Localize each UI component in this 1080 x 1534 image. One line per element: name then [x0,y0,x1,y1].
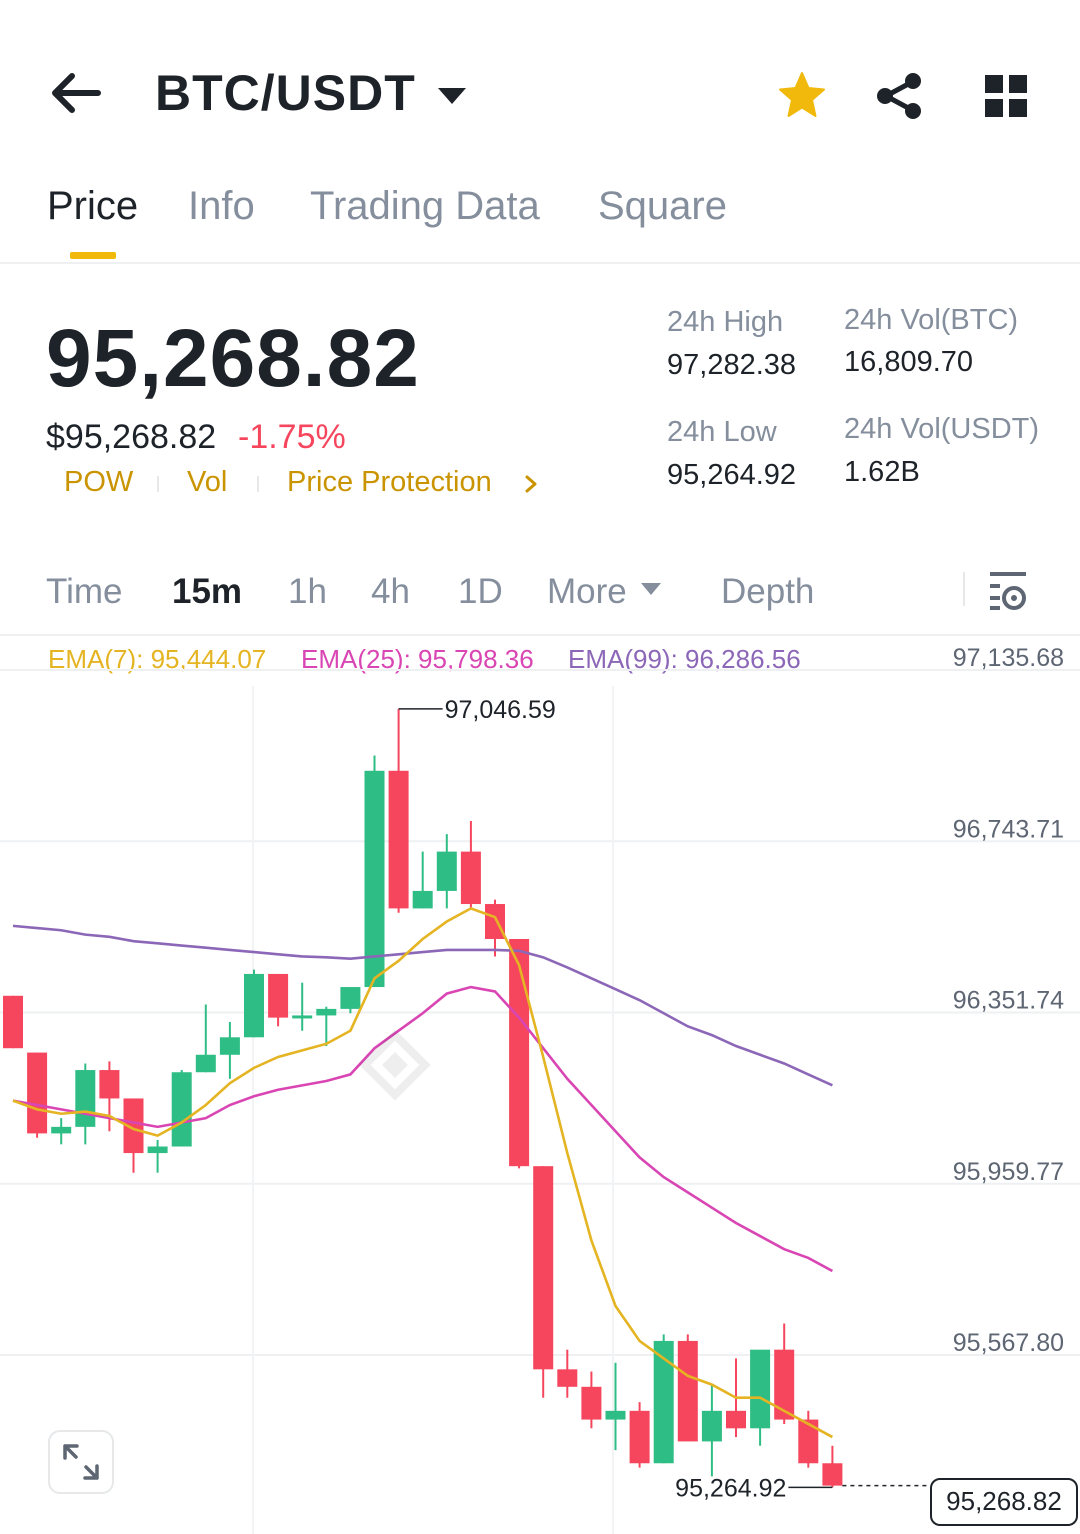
y-tick-label: 95,567.80 [953,1329,1064,1357]
candle-body [27,1052,48,1134]
tag-pow[interactable]: POW [64,466,133,499]
interval-1h[interactable]: 1h [288,572,327,612]
caret-down-icon[interactable] [436,84,468,108]
candle-body [629,1410,650,1464]
candle-body [268,973,289,1018]
y-tick-label: 96,351.74 [953,987,1064,1015]
tab-square[interactable]: Square [598,184,727,229]
vol-btc-label: 24h Vol(BTC) [844,304,1019,336]
grid-icon[interactable] [980,70,1032,122]
fiat-price: $95,268.82 [46,418,217,456]
interval-more[interactable]: More [547,572,627,612]
back-arrow-icon[interactable] [48,68,104,118]
interval-4h[interactable]: 4h [371,572,410,612]
last-price: 95,268.82 [46,313,420,404]
interval-15m[interactable]: 15m [172,572,242,612]
high-24h-value: 97,282.38 [667,349,797,381]
candle-body [316,1008,337,1016]
active-tab-indicator [70,252,116,259]
candle-body [750,1349,771,1429]
interval-1d[interactable]: 1D [458,572,503,612]
candle-body [822,1463,843,1486]
ema7-line [12,906,834,1439]
candle-body [388,770,409,909]
candle-body [244,973,264,1038]
candle-body [292,1015,313,1019]
tag-divider [257,476,259,492]
candle-body [605,1410,626,1420]
low-24h-label: 24h Low [667,416,777,448]
price-change-percent: -1.75% [238,418,346,456]
tab-price[interactable]: Price [47,184,138,229]
candle-body [147,1146,168,1154]
candle-body [99,1070,120,1099]
tag-divider [157,476,159,492]
candle-body [51,1126,72,1134]
candle-body [701,1410,722,1442]
main-tabs: Price Info Trading Data Square [0,178,1080,264]
star-icon[interactable] [776,70,828,122]
pair-title[interactable]: BTC/USDT [155,64,416,122]
tab-info[interactable]: Info [188,184,255,229]
candle-body [726,1410,746,1429]
candle-body [195,1054,216,1073]
last-price-marker: 95,268.82 [930,1478,1078,1526]
candle-body [340,987,361,1009]
chevron-right-icon[interactable] [522,474,540,494]
tag-price-protection[interactable]: Price Protection [287,466,492,499]
candle-body [412,890,433,909]
candle-body [798,1419,819,1464]
candle-body [533,1166,554,1370]
candle-body [557,1369,578,1387]
interval-depth[interactable]: Depth [721,572,814,612]
y-tick-label: 97,135.68 [953,644,1064,672]
high-24h-label: 24h High [667,306,784,338]
y-tick-label: 96,743.71 [953,815,1064,843]
candle-body [171,1072,192,1147]
candle-body [460,851,481,905]
low-marker-label: 95,264.92 [675,1474,786,1502]
fullscreen-button[interactable] [48,1430,114,1494]
y-tick-label: 95,959.77 [953,1158,1064,1186]
candle-body [3,995,23,1049]
candle-body [677,1340,698,1442]
top-bar: BTC/USDT [0,40,1080,150]
binance-watermark-icon [360,1030,431,1100]
candle-body [774,1349,795,1420]
candle-body [219,1037,240,1055]
low-24h-value: 95,264.92 [667,459,797,491]
interval-divider [963,572,965,606]
candle-body [436,851,457,891]
candle-body [581,1386,602,1420]
vol-usdt-value: 1.62B [844,456,920,488]
vol-usdt-label: 24h Vol(USDT) [844,413,1040,445]
chart-settings-icon[interactable] [986,568,1030,612]
share-icon[interactable] [874,70,926,122]
expand-icon [63,1444,99,1480]
candle-body [75,1070,96,1127]
high-marker-label: 97,046.59 [445,696,556,724]
tag-vol[interactable]: Vol [187,466,227,499]
interval-time[interactable]: Time [46,572,122,612]
vol-btc-value: 16,809.70 [844,346,974,378]
tab-trading-data[interactable]: Trading Data [310,184,540,229]
caret-down-icon[interactable] [640,582,662,596]
